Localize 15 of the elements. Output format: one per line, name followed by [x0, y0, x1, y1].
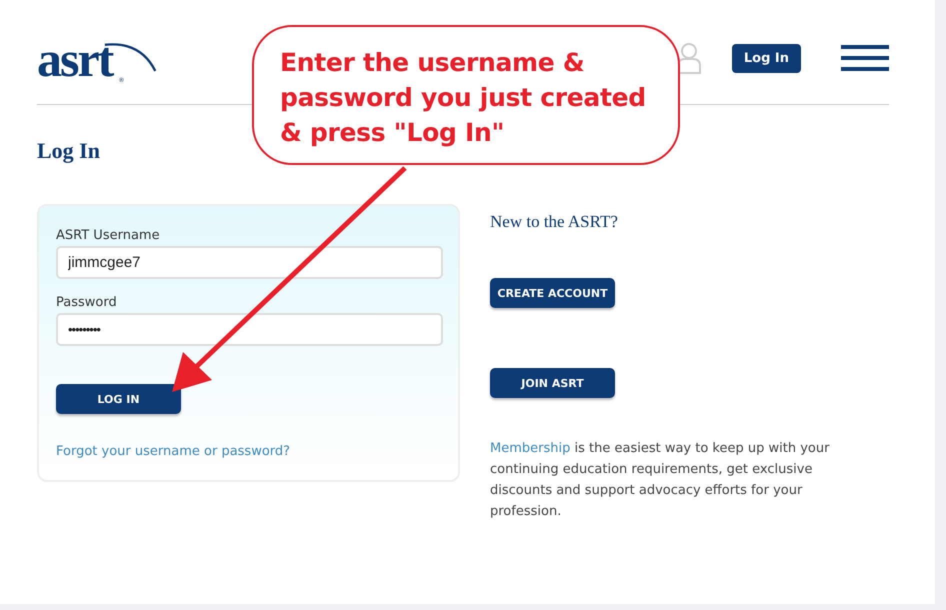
create-account-button[interactable]: CREATE ACCOUNT [490, 278, 615, 308]
field-label: Password [56, 295, 117, 310]
membership-link[interactable]: Membership [490, 441, 570, 456]
login-button[interactable]: Log In [732, 44, 801, 72]
forgot-link[interactable]: Forgot your username or password? [56, 444, 290, 459]
page-title: Log In [37, 138, 101, 164]
password-field[interactable]: ••••••••• [56, 313, 443, 346]
join-button[interactable]: JOIN ASRT [490, 368, 615, 398]
field-label: ASRT Username [56, 228, 160, 243]
callout-bubble: Enter the username & password you just created & press "Log In" [252, 25, 680, 165]
membership-text: Membership is the easiest way to keep up with your continuing education requirements, get exclusive discounts and support advocacy efforts for your profession. [490, 440, 830, 521]
menu-icon[interactable] [841, 45, 889, 71]
login-submit-button[interactable]: LOG IN [56, 384, 181, 414]
username-field[interactable]: jimmcgee7 [56, 246, 443, 279]
signup-heading: New to the ASRT? [490, 212, 618, 232]
